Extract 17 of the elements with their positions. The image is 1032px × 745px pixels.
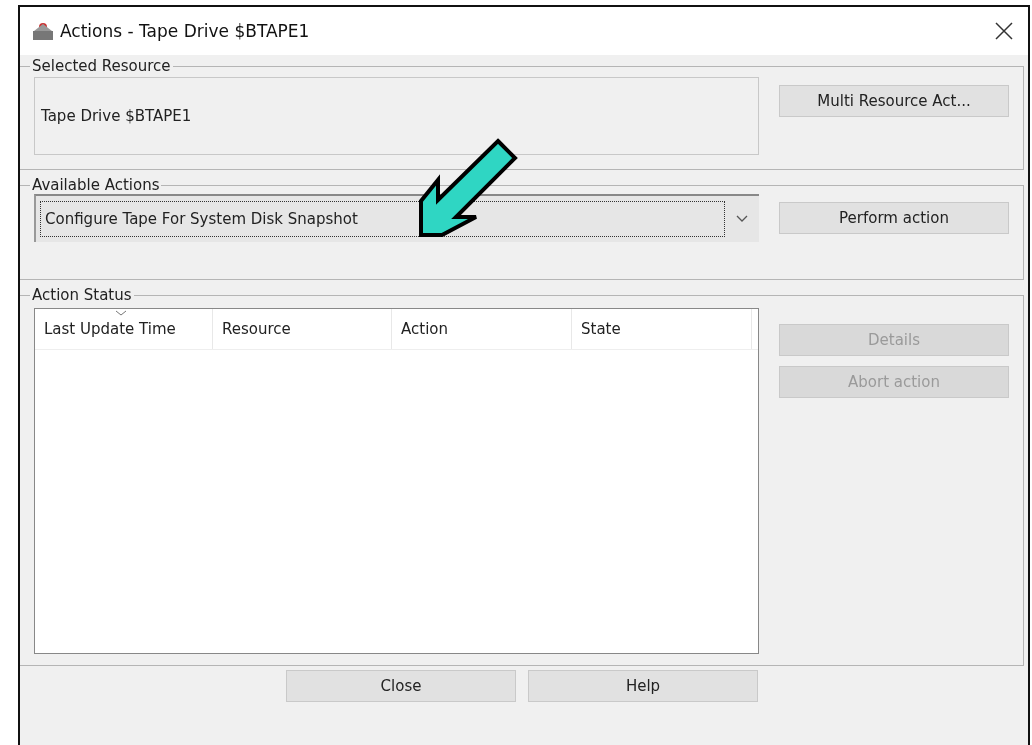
group-title: Available Actions [31,176,161,194]
arrow-annotation-icon [418,138,518,238]
resource-name: Tape Drive $BTAPE1 [34,77,759,155]
action-dropdown[interactable]: Configure Tape For System Disk Snapshot [34,194,759,242]
multi-resource-button[interactable]: Multi Resource Act... [779,85,1009,117]
footer-button[interactable]: Close [286,670,516,702]
tape-drive-icon [32,21,54,41]
column-header[interactable]: Resource [213,309,392,349]
group-title: Selected Resource [31,57,172,75]
column-header[interactable]: Last Update Time [35,309,213,349]
sort-icon [115,310,127,316]
perform-action-button[interactable]: Perform action [779,202,1009,234]
column-header[interactable]: Action [392,309,572,349]
group-title: Action Status [31,286,133,304]
column-header[interactable]: State [572,309,752,349]
footer-button[interactable]: Help [528,670,758,702]
window-title: Actions - Tape Drive $BTAPE1 [60,21,311,41]
